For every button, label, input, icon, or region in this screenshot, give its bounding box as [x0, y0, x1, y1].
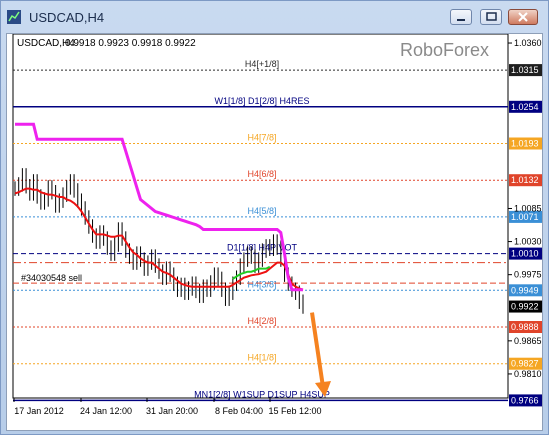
close-button[interactable]	[508, 9, 538, 25]
plot-border	[12, 34, 509, 399]
level-label-3: H4[6/8]	[247, 169, 276, 179]
level-badge-text-6: 0.9949	[511, 285, 539, 295]
y-tick-label-1: 1.0085	[514, 203, 542, 213]
y-tick-label-2: 1.0030	[514, 237, 542, 247]
y-tick-label-3: 0.9975	[514, 270, 542, 280]
x-tick-label-2: 31 Jan 20:00	[146, 406, 198, 416]
x-tick-label-0: 17 Jan 2012	[14, 406, 64, 416]
window-title: USDCAD,H4	[29, 10, 105, 25]
level-label-8: H4[1/8]	[247, 353, 276, 363]
level-label-1: W1[1/8] D1[2/8] H4RES	[214, 96, 309, 106]
y-tick-label-4: 0.9865	[514, 336, 542, 346]
level-badge-text-5: 1.0010	[511, 249, 539, 259]
level-badge-text-0: 1.0315	[511, 65, 539, 75]
level-label-4: H4[5/8]	[247, 206, 276, 216]
level-label-0: H4[+1/8]	[245, 59, 279, 69]
order-label: #34030548 sell	[21, 273, 82, 283]
ohlc-values: 0.9918 0.9923 0.9918 0.9922	[65, 38, 196, 49]
x-tick-label-4: 15 Feb 12:00	[268, 406, 321, 416]
y-tick-label-0: 1.0360	[514, 38, 542, 48]
level-label-2: H4[7/8]	[247, 133, 276, 143]
x-tick-label-1: 24 Jan 12:00	[80, 406, 132, 416]
level-badge-text-2: 1.0193	[511, 139, 539, 149]
level-badge-text-8: 0.9827	[511, 359, 539, 369]
broker-watermark: RoboForex	[400, 40, 489, 60]
x-tick-label-3: 8 Feb 04:00	[215, 406, 263, 416]
level-badge-text-9: 0.9766	[511, 395, 539, 405]
level-label-6: H4[3/8]	[247, 279, 276, 289]
level-badge-text-3: 1.0132	[511, 175, 539, 185]
window-titlebar[interactable]: USDCAD,H4	[1, 1, 548, 33]
price-chart[interactable]: H4[+1/8] 1.0315 W1[1/8] D1[2/8] H4RES 1.025…	[7, 34, 542, 430]
minimize-button[interactable]	[450, 9, 472, 25]
level-label-7: H4[2/8]	[247, 316, 276, 326]
minimize-icon	[457, 19, 465, 21]
terminal-window: USDCAD,H4 H4[+1/8] 1.0315 W1[1/8] D1[2/8] …	[0, 0, 549, 435]
current-price-text: 0.9922	[511, 302, 539, 312]
level-badge-text-7: 0.9888	[511, 322, 539, 332]
restore-button[interactable]	[480, 9, 502, 25]
close-icon	[518, 12, 528, 22]
restore-icon	[486, 12, 497, 21]
chart-area[interactable]: H4[+1/8] 1.0315 W1[1/8] D1[2/8] H4RES 1.025…	[6, 33, 543, 431]
level-badge-text-1: 1.0254	[511, 102, 539, 112]
level-label-9: MN1[2/8] W1SUP D1SUP H4SUP	[194, 389, 330, 399]
y-tick-label-5: 0.9810	[514, 369, 542, 379]
chart-app-icon	[7, 10, 21, 24]
